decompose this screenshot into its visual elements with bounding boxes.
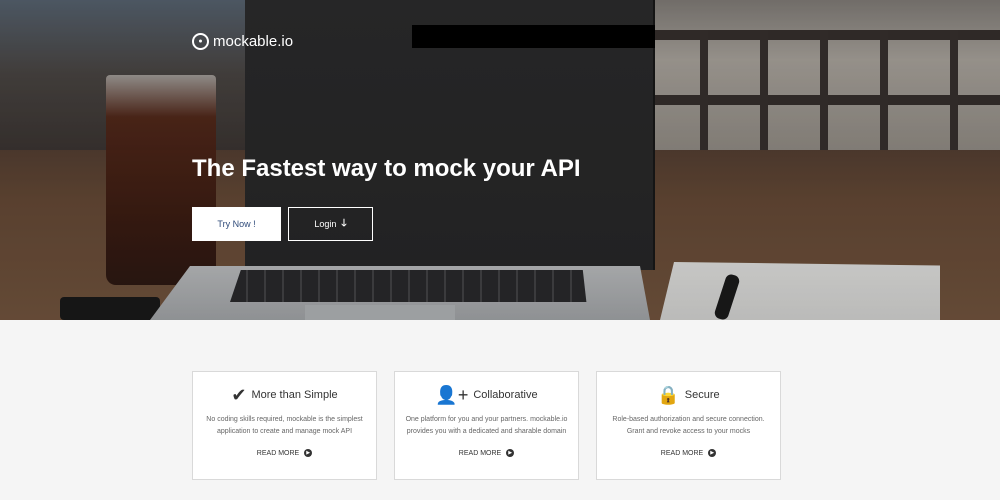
feature-title: Secure	[684, 389, 720, 401]
arrow-down-icon: 🡓	[341, 217, 347, 229]
redaction-bar	[412, 25, 655, 48]
checkmark-icon: ✔	[231, 385, 247, 405]
feature-cards: ✔ More than Simple No coding skills requ…	[192, 371, 781, 480]
feature-title: More than Simple	[251, 389, 338, 401]
broadcast-icon: ●	[192, 33, 209, 50]
brand-logo[interactable]: ● mockable.io	[192, 33, 293, 50]
brand-name: mockable.io	[213, 33, 294, 50]
read-more-label: READ MORE	[458, 449, 502, 457]
feature-title: Collaborative	[473, 389, 538, 401]
lock-icon: 🔒	[657, 385, 680, 405]
user-plus-icon: 👤+	[435, 385, 469, 405]
read-more-link[interactable]: READ MORE ▶	[256, 449, 313, 457]
hero-headline: The Fastest way to mock your API	[192, 155, 581, 182]
circle-arrow-icon: ▶	[506, 449, 515, 457]
circle-arrow-icon: ▶	[708, 449, 717, 457]
feature-card: ✔ More than Simple No coding skills requ…	[192, 371, 377, 480]
feature-description: No coding skills required, mockable is t…	[206, 416, 363, 435]
feature-card: 👤+ Collaborative One platform for you an…	[394, 371, 579, 480]
feature-description: Role-based authorization and secure conn…	[612, 416, 765, 435]
circle-arrow-icon: ▶	[304, 449, 313, 457]
feature-description: One platform for you and your partners. …	[405, 416, 568, 435]
read-more-link[interactable]: READ MORE ▶	[458, 449, 515, 457]
try-now-button[interactable]: Try Now !	[192, 207, 281, 241]
read-more-label: READ MORE	[256, 449, 300, 457]
read-more-label: READ MORE	[660, 449, 704, 457]
login-button[interactable]: Login 🡓	[288, 207, 373, 241]
login-label: Login	[314, 219, 337, 229]
read-more-link[interactable]: READ MORE ▶	[660, 449, 717, 457]
feature-card: 🔒 Secure Role-based authorization and se…	[596, 371, 781, 480]
